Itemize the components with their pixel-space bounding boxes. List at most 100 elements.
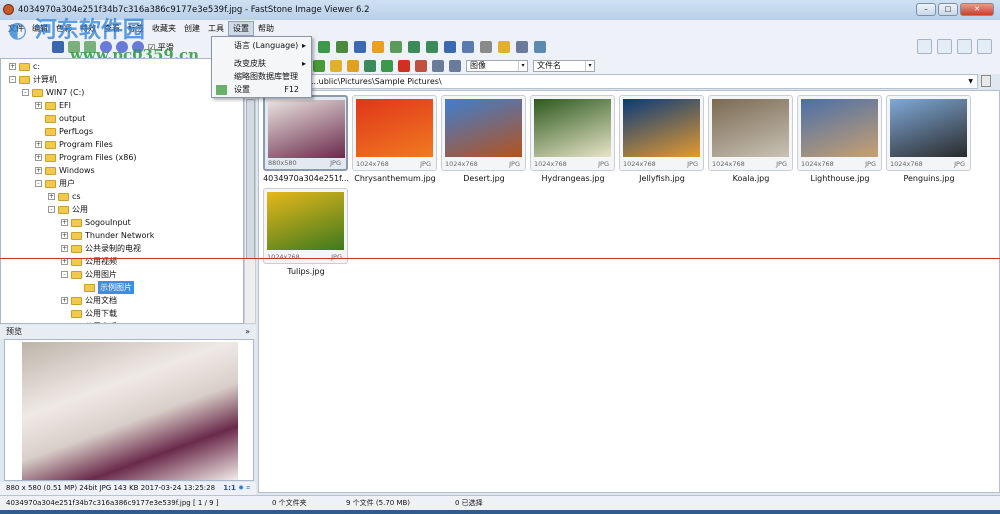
tree-item[interactable]: - 公用 [48,203,88,216]
tree-item[interactable]: + Windows [35,164,95,177]
toolbar-tool-6-icon[interactable] [426,41,438,53]
expand-icon[interactable]: + [61,297,68,304]
expand-icon[interactable]: + [61,258,68,265]
menu-6[interactable]: 收藏夹 [148,22,180,35]
thumbnail-caption[interactable]: Chrysanthemum.jpg [350,174,440,183]
forward-icon[interactable] [84,41,96,53]
expand-icon[interactable]: + [9,63,16,70]
expand-icon[interactable]: + [61,232,68,239]
toolbar-tool-3-icon[interactable] [372,41,384,53]
toolbar-tool-5-icon[interactable] [408,41,420,53]
expand-icon[interactable]: + [61,245,68,252]
thumbnail[interactable]: 1024x768 JPG [352,95,437,171]
tree-item[interactable]: - 用户 [35,177,75,190]
thumbnail-caption[interactable]: Hydrangeas.jpg [528,174,618,183]
thumbnail-caption[interactable]: Tulips.jpg [261,267,351,276]
tree-item[interactable]: output [35,112,85,125]
thumbnail-caption[interactable]: Jellyfish.jpg [617,174,707,183]
toolbar2-tool-1-icon[interactable] [432,60,444,72]
expand-icon[interactable]: - [35,180,42,187]
zoom-in-icon[interactable] [100,41,112,53]
tree-item[interactable]: - WIN7 (C:) [22,86,84,99]
tree-item[interactable]: - 公用图片 [61,268,117,281]
thumbnail-caption[interactable]: 4034970a304e251f... [261,174,351,183]
expand-icon[interactable]: + [48,193,55,200]
tree-item[interactable]: + cs [48,190,81,203]
settings-menu-item-2[interactable]: 缩略图数据库管理 [212,70,311,84]
toolbar2-tool-7-icon[interactable] [330,60,342,72]
tree-item[interactable]: 公用下载 [61,307,117,320]
clear-history-icon[interactable] [981,75,991,87]
settings-menu-item-1[interactable]: 改变皮肤 ▸ [212,57,311,71]
expand-icon[interactable]: - [22,89,29,96]
toolbar-tool-0-icon[interactable] [318,41,330,53]
thumbnail[interactable]: 880x580 JPG [263,95,348,171]
layout-preview-icon[interactable] [937,39,952,54]
maximize-button[interactable]: □ [938,3,958,16]
tree-item[interactable]: + EFI [35,99,71,112]
toolbar2-tool-2-icon[interactable] [415,60,427,72]
tree-item[interactable]: + 公用视频 [61,255,117,268]
thumbnail[interactable]: 1024x768 JPG [263,188,348,264]
toolbar-tool-10-icon[interactable] [498,41,510,53]
thumbnail-caption[interactable]: Lighthouse.jpg [795,174,885,183]
toolbar-tool-9-icon[interactable] [480,41,492,53]
expand-icon[interactable]: + [35,154,42,161]
thumbnail[interactable]: 1024x768 JPG [619,95,704,171]
tree-item[interactable]: + Program Files [35,138,113,151]
thumbnail-caption[interactable]: Penguins.jpg [884,174,974,183]
settings-menu-item-3[interactable]: 设置 F12 [212,83,311,97]
scroll-thumb[interactable] [246,99,255,259]
expand-icon[interactable]: - [48,206,55,213]
settings-menu-item-0[interactable]: 语言 (Language) ▸ [212,39,311,53]
expand-icon[interactable]: + [35,141,42,148]
thumbnail[interactable]: 1024x768 JPG [708,95,793,171]
toolbar-tool-8-icon[interactable] [462,41,474,53]
collapse-icon[interactable]: » [245,325,250,339]
fullscreen-icon[interactable]: ⌗ [246,484,250,492]
thumbnail[interactable]: 1024x768 JPG [441,95,526,171]
layout-thumbnails-icon[interactable] [917,39,932,54]
tree-item[interactable]: + c: [9,60,40,73]
tree-item[interactable]: + 公用音乐 [61,320,117,324]
toolbar2-tool-0-icon[interactable] [449,60,461,72]
expand-icon[interactable]: + [61,219,68,226]
tree-item[interactable]: + 公共录制的电视 [61,242,141,255]
fullscreen-layout-icon[interactable] [977,39,992,54]
toolbar2-tool-8-icon[interactable] [313,60,325,72]
fit-icon[interactable] [132,41,144,53]
menu-7[interactable]: 创建 [180,22,204,35]
actual-size-button[interactable]: 1:1 [223,484,236,492]
sort-select[interactable]: 文件名 ▾ [533,60,595,72]
layout-single-icon[interactable] [957,39,972,54]
tree-item[interactable]: + Thunder Network [61,229,154,242]
thumbnail[interactable]: 1024x768 JPG [797,95,882,171]
menu-4[interactable]: 查看 [100,22,124,35]
expand-icon[interactable]: + [61,323,68,324]
expand-icon[interactable]: - [61,271,68,278]
toolbar-tool-4-icon[interactable] [390,41,402,53]
tree-item[interactable]: + SogouInput [61,216,131,229]
toolbar-tool-7-icon[interactable] [444,41,456,53]
close-button[interactable]: ✕ [960,3,994,16]
save-icon[interactable] [52,41,64,53]
thumbnail-caption[interactable]: Desert.jpg [439,174,529,183]
tree-item[interactable]: + 公用文档 [61,294,117,307]
toolbar2-tool-4-icon[interactable] [381,60,393,72]
menu-1[interactable]: 编辑 [28,22,52,35]
tree-item[interactable]: 示例图片 [74,281,134,294]
menu-2[interactable]: 色彩 [52,22,76,35]
toolbar2-tool-3-icon[interactable] [398,60,410,72]
tree-item[interactable]: PerfLogs [35,125,93,138]
path-input[interactable]: ...ublic\Pictures\Sample Pictures\ ▼ [258,74,978,89]
toolbar-tool-12-icon[interactable] [534,41,546,53]
tree-item[interactable]: + Program Files (x86) [35,151,137,164]
expand-icon[interactable]: + [35,167,42,174]
menu-0[interactable]: 文件 [4,22,28,35]
menu-9[interactable]: 设置 [228,20,254,36]
filter-select[interactable]: 图像 ▾ [466,60,528,72]
toolbar-tool-11-icon[interactable] [516,41,528,53]
minimize-button[interactable]: – [916,3,936,16]
menu-5[interactable]: 标签 [124,22,148,35]
expand-icon[interactable]: - [9,76,16,83]
